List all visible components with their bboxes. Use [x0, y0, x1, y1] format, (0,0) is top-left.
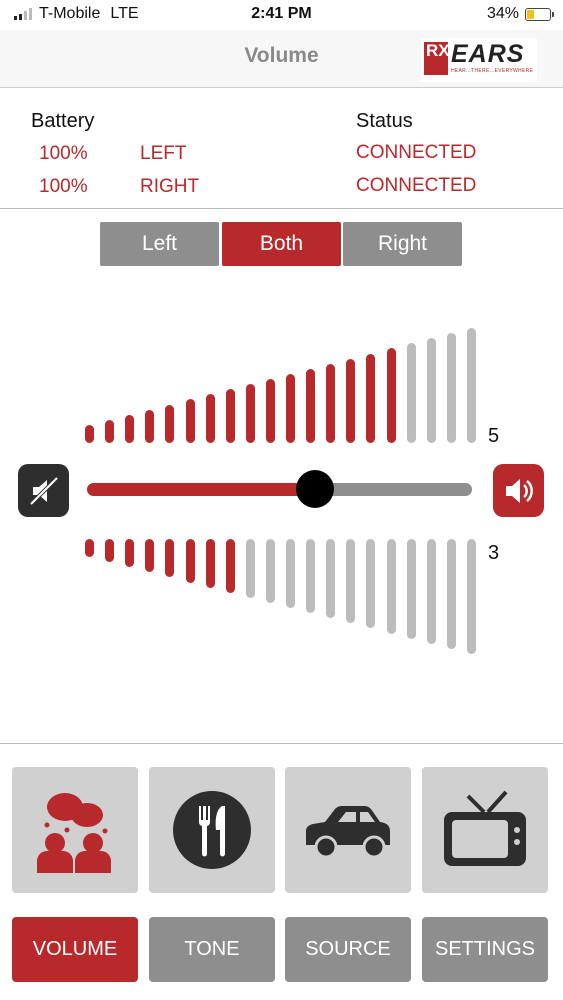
upper-volume-bar: [205, 394, 215, 443]
tab-tone[interactable]: TONE: [149, 917, 275, 982]
segment-right[interactable]: Right: [343, 222, 462, 266]
upper-volume-bar: [105, 419, 115, 443]
lower-volume-bar: [386, 539, 396, 634]
upper-volume-bar: [265, 379, 275, 443]
lower-volume-bar: [185, 539, 195, 583]
segment-left[interactable]: Left: [100, 222, 219, 266]
section-divider: [0, 743, 563, 744]
lower-volume-bar: [245, 539, 255, 598]
volume-slider-thumb[interactable]: [296, 470, 334, 508]
battery-icon: [525, 7, 554, 21]
right-status-value: CONNECTED: [356, 175, 477, 196]
navigation-bar: Volume RX EARS HEAR...THERE...EVERYWHERE: [0, 30, 563, 88]
logo-tagline: HEAR...THERE...EVERYWHERE: [451, 68, 534, 74]
right-battery-value: 100%: [39, 176, 88, 197]
preset-restaurant[interactable]: [149, 767, 275, 893]
upper-volume-bar: [366, 353, 376, 443]
upper-volume-bar: [165, 404, 175, 443]
lower-volume-bar: [306, 539, 316, 614]
tv-icon: [444, 790, 526, 866]
lower-volume-bar: [326, 539, 336, 619]
clock: 2:41 PM: [251, 5, 312, 22]
segment-both[interactable]: Both: [222, 222, 341, 266]
volume-slider-track[interactable]: [315, 483, 472, 496]
upper-volume-bar: [245, 384, 255, 443]
lower-volume-bar: [426, 539, 436, 644]
device-info-panel: Battery Status 100% LEFT CONNECTED 100% …: [0, 88, 563, 209]
preset-car[interactable]: [285, 767, 411, 893]
battery-heading: Battery: [31, 110, 95, 132]
volume-up-button[interactable]: [493, 464, 544, 517]
upper-volume-bar: [346, 358, 356, 443]
lower-volume-bar: [125, 539, 135, 568]
lower-level-label: 3: [488, 542, 500, 564]
volume-slider-fill[interactable]: [87, 483, 315, 496]
upper-volume-bar: [446, 333, 456, 443]
logo-brand: EARS: [451, 40, 525, 68]
lower-volume-bar: [265, 539, 275, 603]
lower-volume-bar: [225, 539, 235, 593]
upper-volume-bar: [225, 389, 235, 443]
upper-volume-bar: [406, 343, 416, 443]
restaurant-icon: [173, 791, 251, 869]
upper-volume-bar: [426, 338, 436, 443]
tab-volume[interactable]: VOLUME: [12, 917, 138, 982]
upper-volume-bar: [306, 368, 316, 443]
mute-speaker-icon: [29, 476, 58, 505]
logo-rx-mark: RX: [424, 42, 450, 75]
lower-volume-bar: [145, 539, 155, 573]
car-icon: [306, 806, 390, 859]
lower-volume-bar: [446, 539, 456, 649]
upper-volume-bar: [185, 399, 195, 443]
lower-volume-bar: [406, 539, 416, 639]
battery-info: 34%: [486, 5, 554, 23]
lower-volume-bar: [366, 539, 376, 629]
conversation-icon: [37, 793, 111, 873]
preset-conversation[interactable]: [12, 767, 138, 893]
loud-speaker-icon: [505, 478, 533, 503]
tab-settings[interactable]: SETTINGS: [422, 917, 548, 982]
upper-volume-bar: [85, 425, 94, 443]
left-battery-value: 100%: [39, 143, 88, 164]
upper-volume-bar: [286, 373, 295, 443]
lower-volume-bar: [346, 539, 356, 624]
upper-volume-bar: [326, 363, 336, 443]
upper-volume-bar: [145, 409, 155, 443]
upper-level-label: 5: [488, 425, 500, 447]
status-bar: T-Mobile LTE 2:41 PM 34%: [0, 0, 563, 30]
lower-volume-bar: [165, 539, 175, 578]
lower-volume-bar: [466, 539, 476, 654]
lower-volume-bar: [205, 539, 215, 588]
lower-volume-bar: [85, 539, 94, 557]
upper-volume-bar: [125, 414, 135, 443]
left-side-label: LEFT: [140, 143, 187, 164]
status-heading: Status: [356, 110, 413, 132]
preset-tv[interactable]: [422, 767, 548, 893]
lower-volume-bar: [105, 539, 115, 563]
rx-ears-logo: RX EARS HEAR...THERE...EVERYWHERE: [421, 38, 537, 82]
tab-source[interactable]: SOURCE: [285, 917, 411, 982]
lower-volume-bar: [286, 539, 295, 609]
left-status-value: CONNECTED: [356, 142, 477, 163]
mute-button[interactable]: [18, 464, 69, 517]
upper-volume-bar: [386, 348, 396, 443]
battery-percent: 34%: [486, 5, 519, 22]
right-side-label: RIGHT: [140, 176, 200, 197]
upper-volume-bar: [466, 328, 476, 443]
